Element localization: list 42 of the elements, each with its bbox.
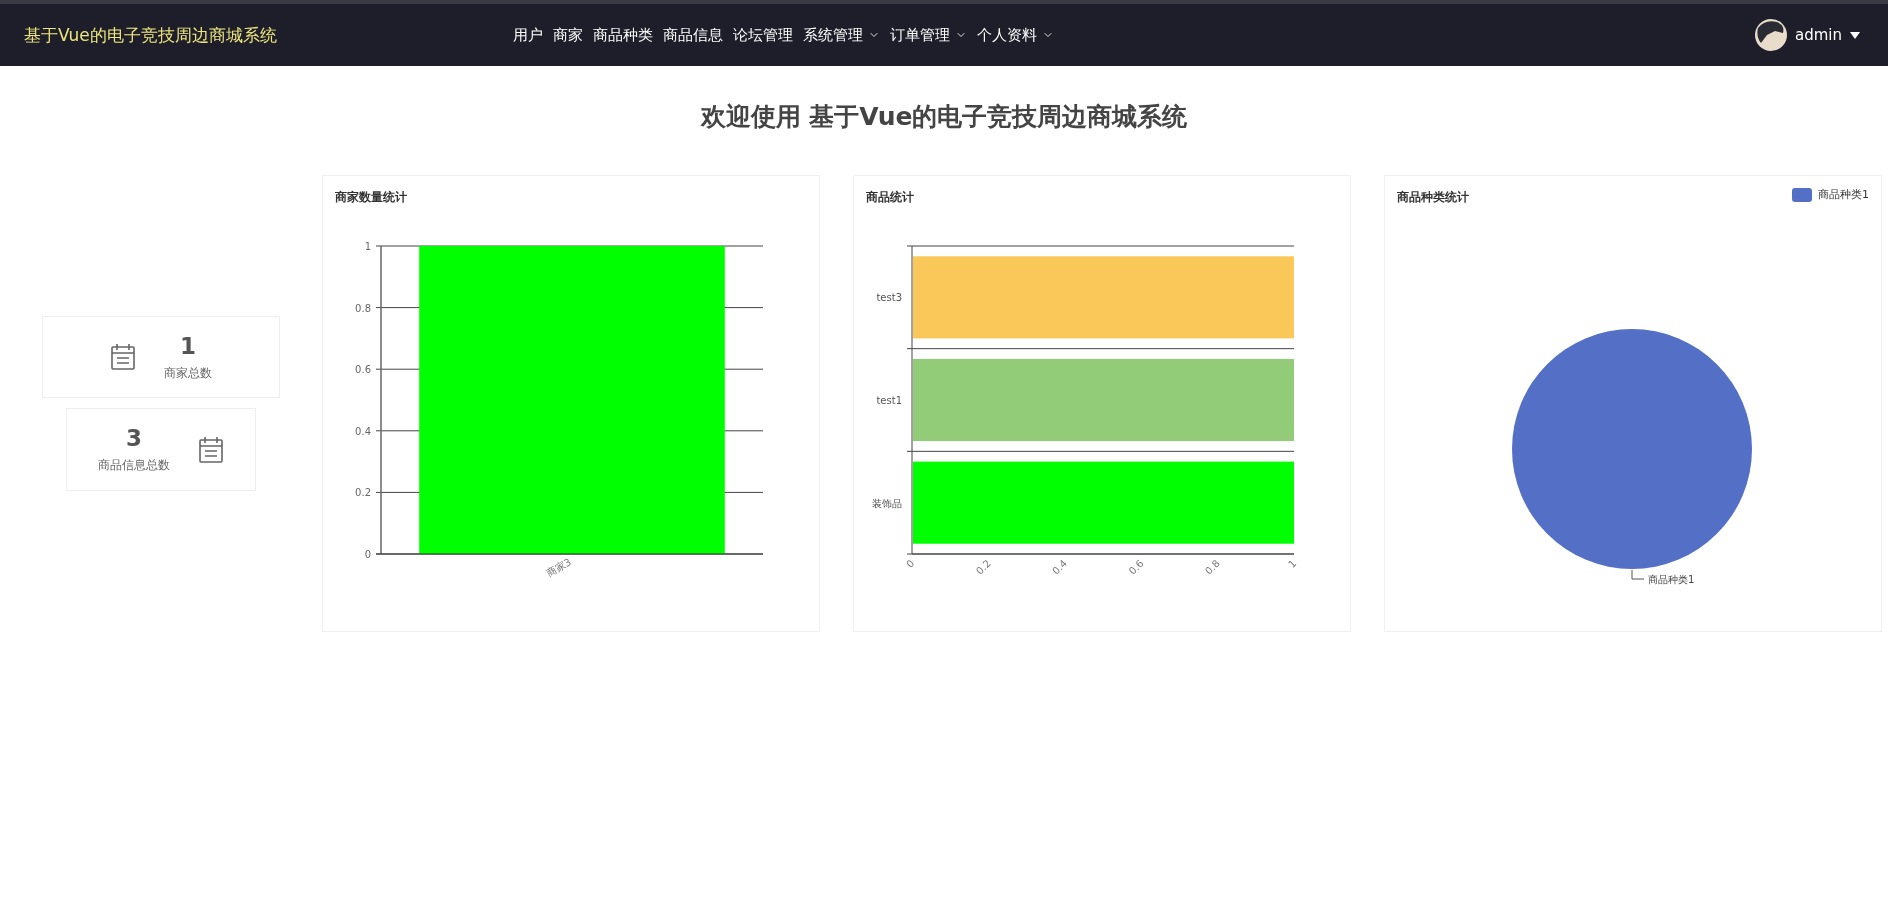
axis-label: 0.8 [1203,557,1222,577]
axis-label: 0 [904,557,917,570]
nav-menu-item[interactable]: 商家 [553,25,583,45]
axis-label: 1 [1286,557,1299,570]
chart-title: 商品统计 [866,189,914,206]
caret-icon[interactable] [1850,31,1860,39]
axis-label: 0.6 [355,364,371,376]
calendar-icon [198,435,224,464]
page-heading: 欢迎使用 基于Vue的电子竞技周边商城系统 [699,101,1189,133]
nav-menu-item[interactable]: 用户 [513,25,543,45]
axis-label: 0.4 [1050,557,1070,577]
axis-label: test1 [876,395,902,406]
axis-label: 0.4 [355,425,371,437]
axis-label: 0.2 [973,557,993,577]
axis-label: 装饰品 [872,497,902,509]
nav-menu-item[interactable]: 商品种类 [593,25,653,45]
calendar-icon [110,343,136,371]
avatar[interactable] [1755,19,1787,51]
legend-swatch[interactable] [1792,187,1812,202]
nav-menu-item[interactable]: 商品信息 [663,25,723,45]
user-name[interactable]: admin [1795,26,1842,44]
stat-label: 商品信息总数 [98,457,170,474]
nav-menu-item[interactable]: 个人资料 [977,25,1054,45]
brand-title[interactable]: 基于Vue的电子竞技周边商城系统 [24,23,513,47]
chart-title: 商家数量统计 [335,189,407,206]
axis-label: test3 [876,292,902,304]
axis-label: 0.8 [355,302,371,314]
stat-value: 3 [126,425,142,451]
legend-label[interactable]: 商品种类1 [1818,187,1869,202]
axis-label: 商家3 [544,556,573,579]
slice-label: 商品种类1 [1648,574,1695,585]
stat-label: 商家总数 [164,364,212,382]
axis-label: 0.6 [1126,557,1146,577]
axis-label: 0 [364,549,371,560]
nav-menu-item[interactable]: 论坛管理 [733,25,793,45]
leader-line [1631,569,1645,580]
axis-label: 0.2 [355,487,371,499]
nav-menu-item[interactable]: 订单管理 [890,25,967,45]
axis-label: 1 [364,241,371,252]
stat-value: 1 [180,332,196,359]
chart-title: 商品种类统计 [1397,189,1469,206]
nav-menu-item[interactable]: 系统管理 [803,25,880,45]
